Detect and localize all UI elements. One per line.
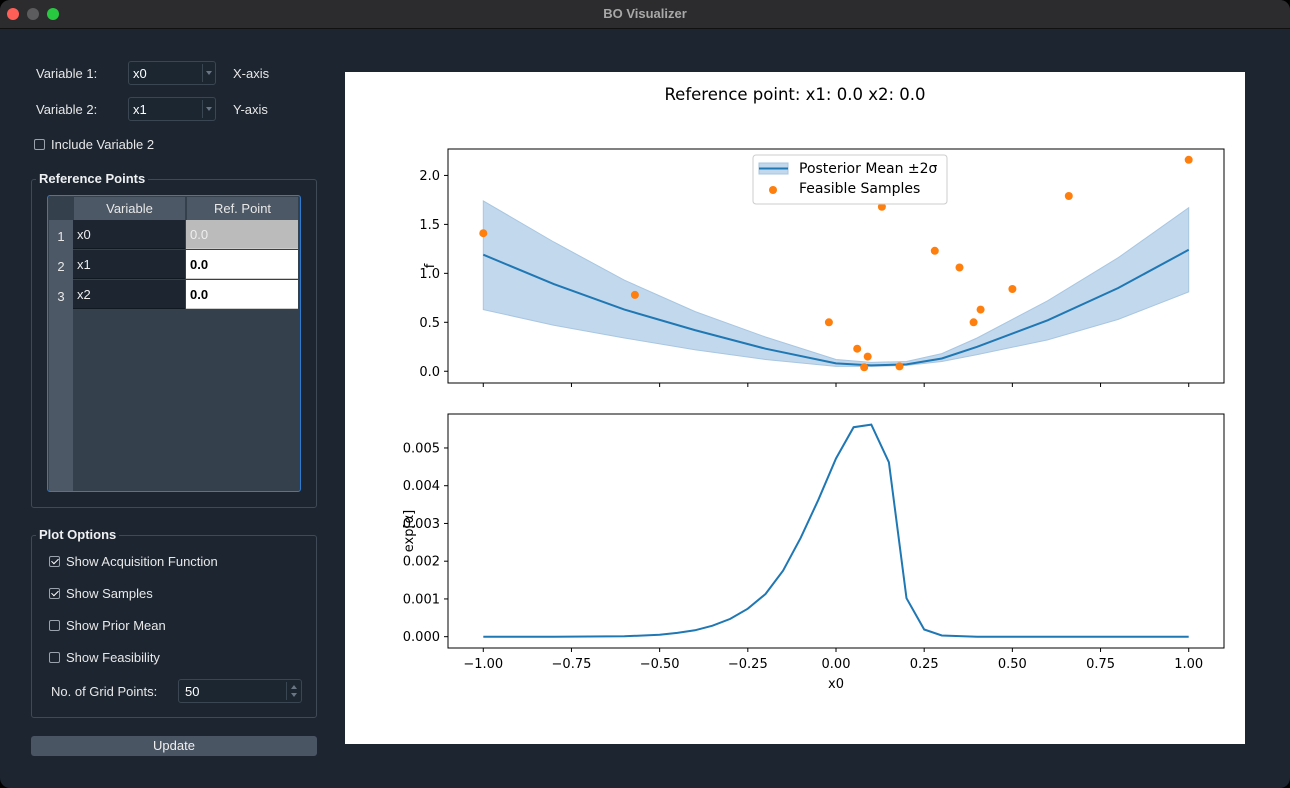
show-prior-mean-label: Show Prior Mean: [66, 618, 166, 633]
table-cell-ref-point[interactable]: 0.0: [186, 220, 298, 249]
y-tick-label: 0.002: [403, 555, 440, 570]
sample-point: [479, 229, 488, 238]
spinbox-separator: [286, 682, 287, 700]
x-tick-label: 0.50: [998, 657, 1027, 672]
legend-scatter-swatch: [769, 186, 777, 194]
y-tick-label: 1.5: [419, 218, 440, 233]
sample-point: [1008, 285, 1017, 293]
legend-entry: Feasible Samples: [799, 181, 920, 197]
sample-point: [976, 305, 985, 314]
figure-title: Reference point: x1: 0.0 x2: 0.0: [664, 85, 925, 104]
sample-point: [969, 318, 978, 327]
bottom-axes-frame: [447, 413, 1225, 649]
sample-point: [630, 290, 639, 299]
y-tick-label: 0.005: [403, 441, 440, 456]
sample-point: [895, 362, 904, 371]
x-tick-label: 0.25: [910, 657, 939, 672]
chevron-down-icon: [206, 107, 212, 111]
table-corner: [48, 196, 73, 220]
y-tick-label: 2.0: [419, 169, 440, 184]
variable2-axis-label: Y-axis: [233, 102, 268, 117]
show-samples-checkbox[interactable]: [49, 588, 60, 599]
sample-point: [955, 263, 964, 272]
show-feasibility-label: Show Feasibility: [66, 650, 160, 665]
confidence-band: [482, 200, 1190, 367]
acquisition-line: [483, 423, 1189, 638]
variable1-dropdown[interactable]: x0: [128, 61, 216, 85]
include-variable2-label: Include Variable 2: [51, 137, 155, 152]
y-tick-label: 0.001: [403, 592, 440, 607]
x-tick-label: −0.75: [552, 657, 592, 672]
row-number: 2: [57, 259, 65, 274]
x-tick-label: −0.50: [640, 657, 680, 672]
sample-point: [863, 352, 872, 361]
variable2-label: Variable 2:: [36, 102, 98, 117]
window-title: BO Visualizer: [603, 6, 687, 21]
app-window: BO Visualizer Variable 1: x0 X-axis Vari…: [0, 0, 1290, 788]
grid-points-label: No. of Grid Points:: [51, 684, 158, 699]
title-bar: BO Visualizer: [0, 0, 1290, 29]
variable1-axis-label: X-axis: [233, 66, 270, 81]
variable1-value: x0: [133, 66, 147, 81]
x-tick-label: 0.75: [1086, 657, 1115, 672]
x-axis-label: x0: [828, 677, 844, 692]
y-tick-label: 0.5: [419, 316, 440, 331]
show-acquisition-label: Show Acquisition Function: [66, 554, 218, 569]
show-prior-mean-checkbox[interactable]: [49, 620, 60, 631]
plot-svg: Reference point: x1: 0.0 x2: 0.0 0.0 0.5 1.…: [402, 85, 1225, 692]
x-tick-label: 0.00: [822, 657, 851, 672]
plot-canvas: Reference point: x1: 0.0 x2: 0.0 0.0 0.5 1.…: [345, 72, 1245, 744]
reference-points-title: Reference Points: [36, 171, 149, 186]
show-samples-label: Show Samples: [66, 586, 153, 601]
chevron-down-icon: [206, 71, 212, 75]
variable2-value: x1: [133, 102, 147, 117]
dropdown-separator: [202, 100, 203, 118]
sample-point: [824, 318, 833, 327]
chevron-up-icon[interactable]: [291, 685, 297, 689]
y-tick-label: 0.0: [419, 365, 440, 380]
y-axis-label: f: [423, 263, 438, 268]
column-header-ref-point[interactable]: Ref. Point: [187, 197, 298, 220]
column-header-variable[interactable]: Variable: [74, 197, 185, 220]
row-number: 1: [57, 229, 65, 244]
row-number: 3: [57, 289, 65, 304]
y-tick-label: 0.000: [403, 630, 440, 645]
grid-points-value: 50: [185, 684, 200, 699]
y-axis-label: exp[α]: [402, 510, 417, 552]
variable1-label: Variable 1:: [36, 66, 98, 81]
table-cell-ref-point[interactable]: 0.0: [186, 280, 298, 309]
sample-point: [930, 246, 939, 255]
dropdown-separator: [202, 64, 203, 82]
reference-points-table: Variable Ref. Point 1 x0 0.0 2 x1 0.0 3 …: [47, 195, 301, 492]
legend-entry: Posterior Mean ±2σ: [799, 161, 938, 177]
show-feasibility-checkbox[interactable]: [49, 652, 60, 663]
plot-options-title: Plot Options: [36, 527, 120, 542]
chevron-down-icon[interactable]: [291, 693, 297, 697]
x-tick-label: 1.00: [1174, 657, 1203, 672]
table-cell-variable[interactable]: x2: [73, 280, 185, 309]
sample-point: [1184, 155, 1193, 164]
table-cell-ref-point[interactable]: 0.0: [186, 250, 298, 279]
variable2-dropdown[interactable]: x1: [128, 97, 216, 121]
sample-point: [853, 344, 862, 353]
table-cell-variable[interactable]: x1: [73, 250, 185, 279]
sample-point: [860, 363, 869, 372]
show-acquisition-checkbox[interactable]: [49, 556, 60, 567]
grid-points-spinbox[interactable]: 50: [178, 679, 302, 703]
update-button[interactable]: Update: [31, 736, 317, 756]
table-cell-variable[interactable]: x0: [73, 220, 185, 249]
y-tick-label: 0.004: [403, 479, 440, 494]
x-tick-label: −1.00: [463, 657, 503, 672]
include-variable2-checkbox[interactable]: [34, 139, 45, 150]
sample-point: [1064, 192, 1073, 200]
x-tick-label: −0.25: [728, 657, 768, 672]
